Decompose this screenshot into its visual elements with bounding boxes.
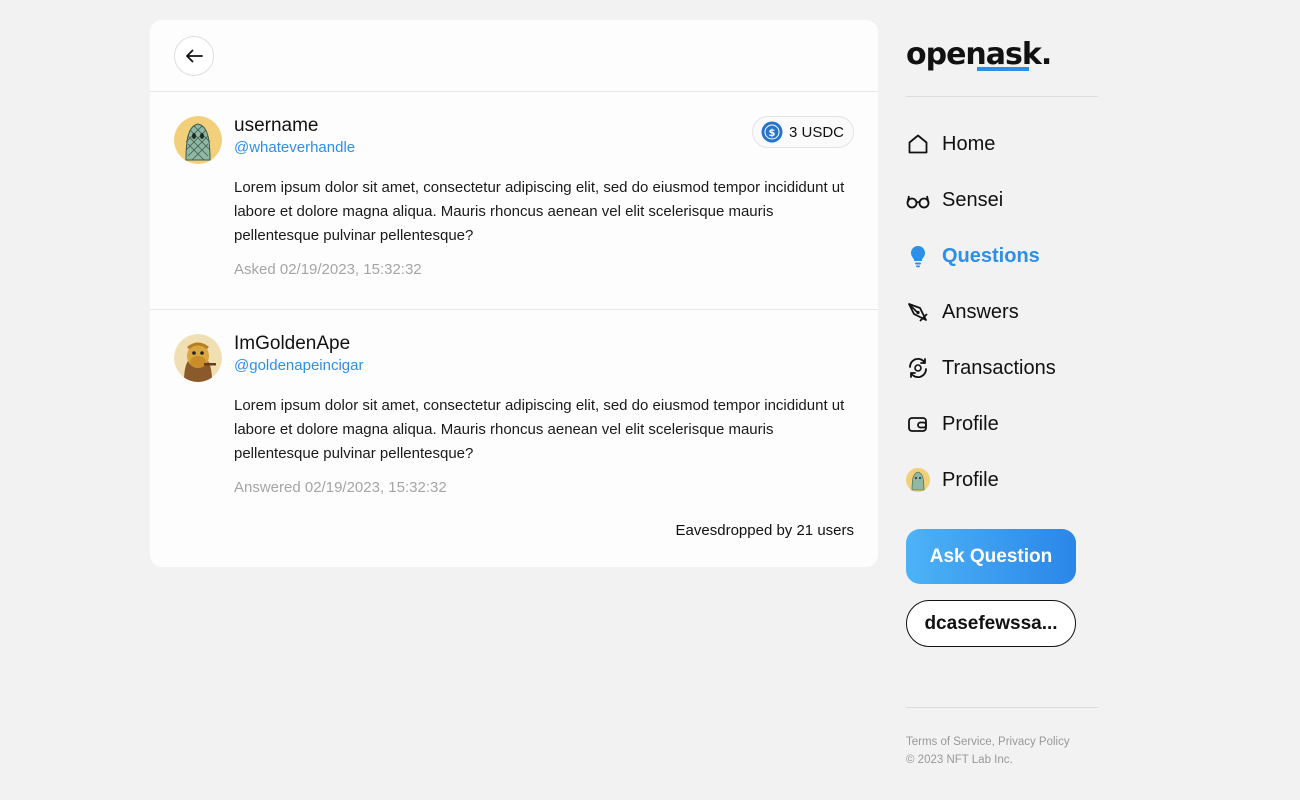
logo-underline [977,67,1029,71]
copyright: © 2023 NFT Lab Inc. [906,754,1013,766]
answer-author-avatar[interactable] [174,334,222,382]
nav-label-home: Home [942,132,996,155]
nav-item-questions[interactable]: Questions [906,240,1098,272]
footer: Terms of Service, Privacy Policy © 2023 … [906,733,1070,769]
answer-timestamp: Answered 02/19/2023, 15:32:32 [234,479,447,496]
reward-badge: $ 3 USDC [751,116,854,148]
nav-label-profile-avatar: Profile [942,468,999,491]
wallet-address-button[interactable]: dcasefewssa... [906,600,1076,647]
answer-post: ImGoldenApe @goldenapeincigar Lorem ipsu… [150,310,878,566]
usdc-icon: $ [761,121,783,143]
glasses-icon [906,188,930,212]
nav-label-questions: Questions [942,244,1040,267]
arrow-left-icon [186,49,203,63]
lightbulb-icon [906,244,930,268]
footer-links: Terms of Service, Privacy Policy [906,733,1070,751]
nav-item-profile-avatar[interactable]: Profile [906,464,1098,496]
question-body: Lorem ipsum dolor sit amet, consectetur … [234,179,845,244]
question-author-avatar[interactable] [174,116,222,164]
question-post: username @whateverhandle $ 3 USDC Lorem … [150,92,878,310]
wallet-icon [906,412,930,436]
svg-text:$: $ [769,128,776,139]
nav-item-home[interactable]: Home [906,128,1098,160]
nav-item-sensei[interactable]: Sensei [906,184,1098,216]
question-timestamp: Asked 02/19/2023, 15:32:32 [234,261,422,278]
nav-item-profile-wallet[interactable]: Profile [906,408,1098,440]
sidebar-top-divider [906,96,1098,97]
home-icon [906,132,930,156]
answer-body: Lorem ipsum dolor sit amet, consectetur … [234,397,845,462]
question-detail-card: username @whateverhandle $ 3 USDC Lorem … [150,20,878,567]
privacy-link[interactable]: Privacy Policy [998,736,1070,748]
avatar-icon [906,468,930,492]
terms-link[interactable]: Terms of Service [906,736,992,748]
ask-question-button[interactable]: Ask Question [906,529,1076,584]
sidebar-bottom-divider [906,707,1098,708]
nav-item-answers[interactable]: Answers [906,296,1098,328]
nav-label-transactions: Transactions [942,356,1056,379]
back-button[interactable] [174,36,214,76]
exchange-icon [906,356,930,380]
reward-amount: 3 USDC [788,123,844,141]
nav-label-answers: Answers [942,300,1019,323]
sidebar: openask. Home Sensei Questions Answers T… [906,0,1098,800]
eavesdrop-count: Eavesdropped by 21 users [675,522,854,539]
nav-label-profile-wallet: Profile [942,412,999,435]
answer-author-name[interactable]: ImGoldenApe [234,333,854,355]
nav-label-sensei: Sensei [942,188,1004,211]
nav-item-transactions[interactable]: Transactions [906,352,1098,384]
card-header [150,20,878,92]
pen-nib-icon [906,300,930,324]
answer-author-handle[interactable]: @goldenapeincigar [234,356,854,376]
